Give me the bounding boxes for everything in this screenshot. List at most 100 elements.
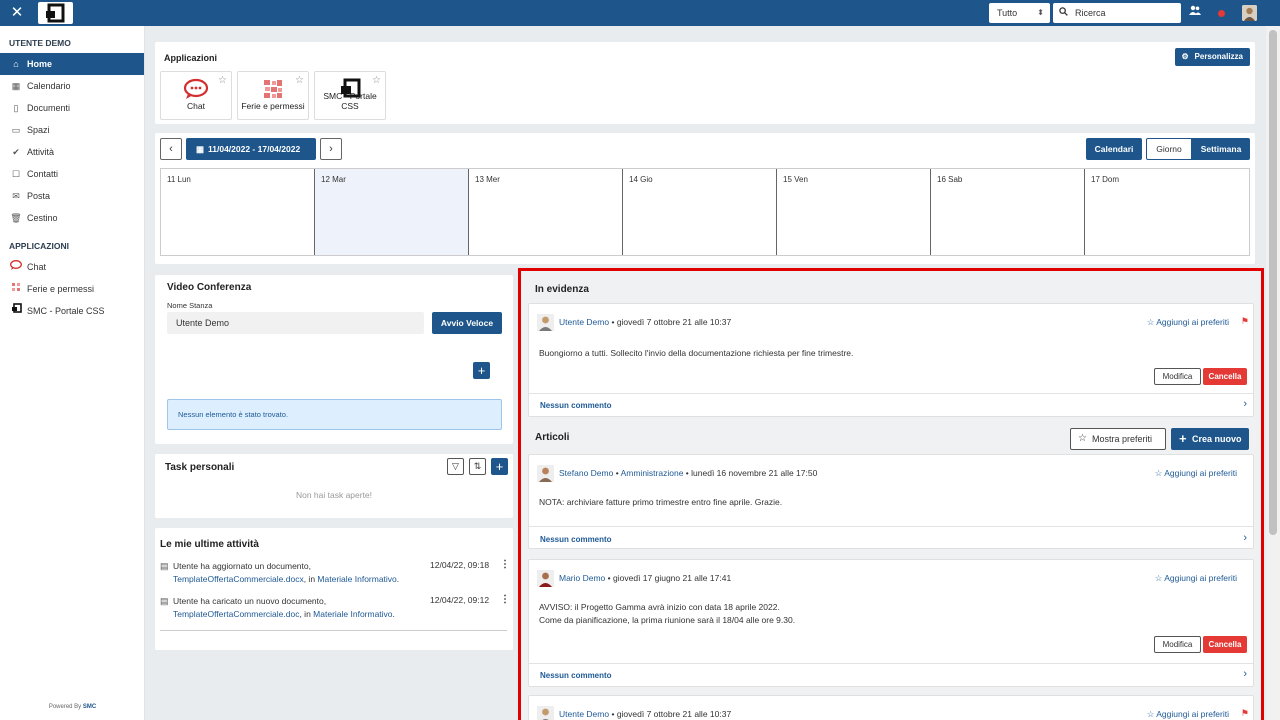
prev-week-button[interactable]: ‹: [160, 138, 182, 160]
chevron-right-icon[interactable]: ›: [1243, 532, 1247, 544]
comments-link[interactable]: Nessun commento: [540, 671, 612, 680]
customize-button[interactable]: ⚙ Personalizza: [1174, 48, 1250, 66]
sidebar-item-cestino[interactable]: 🗑 Cestino: [0, 207, 144, 229]
plus-icon: +: [495, 459, 504, 474]
flag-icon[interactable]: ⚑: [1241, 708, 1249, 719]
day-view-button[interactable]: Giorno: [1146, 138, 1192, 160]
star-icon: ☆: [1154, 573, 1163, 583]
sidebar-item-chat[interactable]: Chat: [0, 256, 144, 278]
day-column[interactable]: 13 Mer: [469, 169, 623, 255]
sidebar-item-contatti[interactable]: ☐ Contatti: [0, 163, 144, 185]
comments-link[interactable]: Nessun commento: [540, 535, 612, 544]
star-icon: ☆: [1078, 433, 1087, 444]
post-body: NOTA: archiviare fatture primo trimestre…: [539, 497, 783, 507]
add-favorite-link[interactable]: ☆ Aggiungi ai preferiti: [1155, 468, 1237, 479]
sort-tasks-button[interactable]: ⇅: [469, 458, 486, 475]
add-favorite-link[interactable]: ☆ Aggiungi ai preferiti: [1155, 573, 1237, 584]
sidebar-item-calendario[interactable]: ▦ Calendario: [0, 75, 144, 97]
edit-button[interactable]: Modifica: [1154, 368, 1201, 385]
more-vertical-icon[interactable]: ⋮: [500, 594, 510, 605]
sidebar-apps-section: APPLICAZIONI: [9, 241, 69, 251]
sidebar-item-documenti[interactable]: ▯ Documenti: [0, 97, 144, 119]
app-logo[interactable]: [38, 2, 73, 24]
add-room-button[interactable]: +: [473, 362, 490, 379]
day-column[interactable]: 16 Sab: [931, 169, 1085, 255]
users-icon[interactable]: [1188, 5, 1202, 21]
delete-button[interactable]: Cancella: [1203, 636, 1247, 653]
day-column[interactable]: 15 Ven: [777, 169, 931, 255]
chevron-right-icon[interactable]: ›: [1243, 398, 1247, 410]
post-group[interactable]: Amministrazione: [621, 468, 684, 478]
sidebar-item-posta[interactable]: ✉ Posta: [0, 185, 144, 207]
chevron-right-icon: ›: [329, 143, 333, 155]
video-conference-panel: Video Conferenza Nome Stanza Utente Demo…: [155, 275, 513, 444]
plus-icon: +: [477, 363, 486, 378]
room-name-input[interactable]: Utente Demo: [167, 312, 424, 334]
scrollbar-thumb[interactable]: [1269, 30, 1277, 535]
delete-button[interactable]: Cancella: [1203, 368, 1247, 385]
sidebar-item-spazi[interactable]: ▭ Spazi: [0, 119, 144, 141]
week-view-button[interactable]: Settimana: [1192, 138, 1250, 160]
post-author[interactable]: Utente Demo: [559, 317, 609, 327]
page-scrollbar[interactable]: [1266, 26, 1280, 720]
star-icon[interactable]: ☆: [218, 75, 227, 86]
comments-link[interactable]: Nessun commento: [540, 401, 612, 410]
calendars-button[interactable]: Calendari: [1086, 138, 1142, 160]
chevron-right-icon[interactable]: ›: [1243, 668, 1247, 680]
quick-start-button[interactable]: Avvio Veloce: [432, 312, 502, 334]
day-column[interactable]: 11 Lun: [161, 169, 315, 255]
next-week-button[interactable]: ›: [320, 138, 342, 160]
post-author[interactable]: Mario Demo: [559, 573, 605, 583]
activities-title: Le mie ultime attività: [160, 539, 259, 550]
post-body: AVVISO: il Progetto Gamma avrà inizio co…: [539, 602, 796, 625]
create-new-button[interactable]: + Crea nuovo: [1171, 428, 1249, 450]
search-input[interactable]: Ricerca: [1053, 3, 1181, 23]
personal-tasks-panel: Task personali ▽ ⇅ + Non hai task aperte…: [155, 454, 513, 518]
day-column[interactable]: 17 Dom: [1085, 169, 1249, 255]
post-author[interactable]: Stefano Demo: [559, 468, 613, 478]
sidebar-item-attivita[interactable]: ✔ Attività: [0, 141, 144, 163]
show-favorites-button[interactable]: ☆ Mostra preferiti: [1070, 428, 1166, 450]
sidebar-item-ferie[interactable]: Ferie e permessi: [0, 278, 144, 300]
contacts-icon: ☐: [11, 169, 21, 179]
flag-icon[interactable]: ⚑: [1241, 316, 1249, 327]
search-scope-select[interactable]: Tutto ⬍: [989, 3, 1050, 23]
activity-folder-link[interactable]: Materiale Informativo: [317, 574, 396, 584]
post-date: giovedì 17 giugno 21 alle 17:41: [613, 573, 732, 583]
activity-folder-link[interactable]: Materiale Informativo: [313, 609, 392, 619]
date-range-button[interactable]: ▦ 11/04/2022 - 17/04/2022: [186, 138, 316, 160]
video-title: Video Conferenza: [167, 282, 252, 293]
add-favorite-link[interactable]: ☆ Aggiungi ai preferiti: [1147, 317, 1229, 328]
app-tile-ferie[interactable]: ☆ Ferie e permessi: [237, 71, 309, 120]
close-icon[interactable]: ✕: [8, 4, 26, 22]
edit-button[interactable]: Modifica: [1154, 636, 1201, 653]
articles-title: Articoli: [535, 432, 570, 443]
star-icon[interactable]: ☆: [372, 75, 381, 86]
star-icon[interactable]: ☆: [295, 75, 304, 86]
document-icon: ▤: [160, 596, 169, 606]
divider: [529, 393, 1253, 394]
calendar-icon: ▦: [11, 81, 21, 91]
room-name-label: Nome Stanza: [167, 301, 213, 310]
record-icon[interactable]: [1218, 10, 1225, 17]
post-author[interactable]: Utente Demo: [559, 709, 609, 719]
add-favorite-link[interactable]: ☆ Aggiungi ai preferiti: [1147, 709, 1229, 720]
sidebar: UTENTE DEMO ⌂ Home ▦ Calendario ▯ Docume…: [0, 26, 145, 720]
mail-icon: ✉: [12, 191, 20, 201]
sidebar-item-smc[interactable]: SMC - Portale CSS: [0, 300, 144, 322]
app-tile-smc[interactable]: ☆ SMC - Portale CSS: [314, 71, 386, 120]
more-vertical-icon[interactable]: ⋮: [500, 559, 510, 570]
add-task-button[interactable]: +: [491, 458, 508, 475]
filter-tasks-button[interactable]: ▽: [447, 458, 464, 475]
week-grid: 11 Lun 12 Mar 13 Mer 14 Gio 15 Ven 16 Sa…: [160, 168, 1250, 256]
activity-file-link[interactable]: TemplateOffertaCommerciale.docx: [173, 574, 304, 584]
activity-file-link[interactable]: TemplateOffertaCommerciale.doc: [173, 609, 299, 619]
day-column-today[interactable]: 12 Mar: [315, 169, 469, 255]
document-icon: ▤: [160, 561, 169, 571]
day-column[interactable]: 14 Gio: [623, 169, 777, 255]
feed-panel: In evidenza Utente Demo • giovedì 7 otto…: [518, 268, 1264, 720]
user-avatar[interactable]: [1242, 5, 1257, 21]
holiday-app-icon: [10, 278, 22, 300]
sidebar-item-home[interactable]: ⌂ Home: [0, 53, 144, 75]
app-tile-chat[interactable]: ☆ Chat: [160, 71, 232, 120]
